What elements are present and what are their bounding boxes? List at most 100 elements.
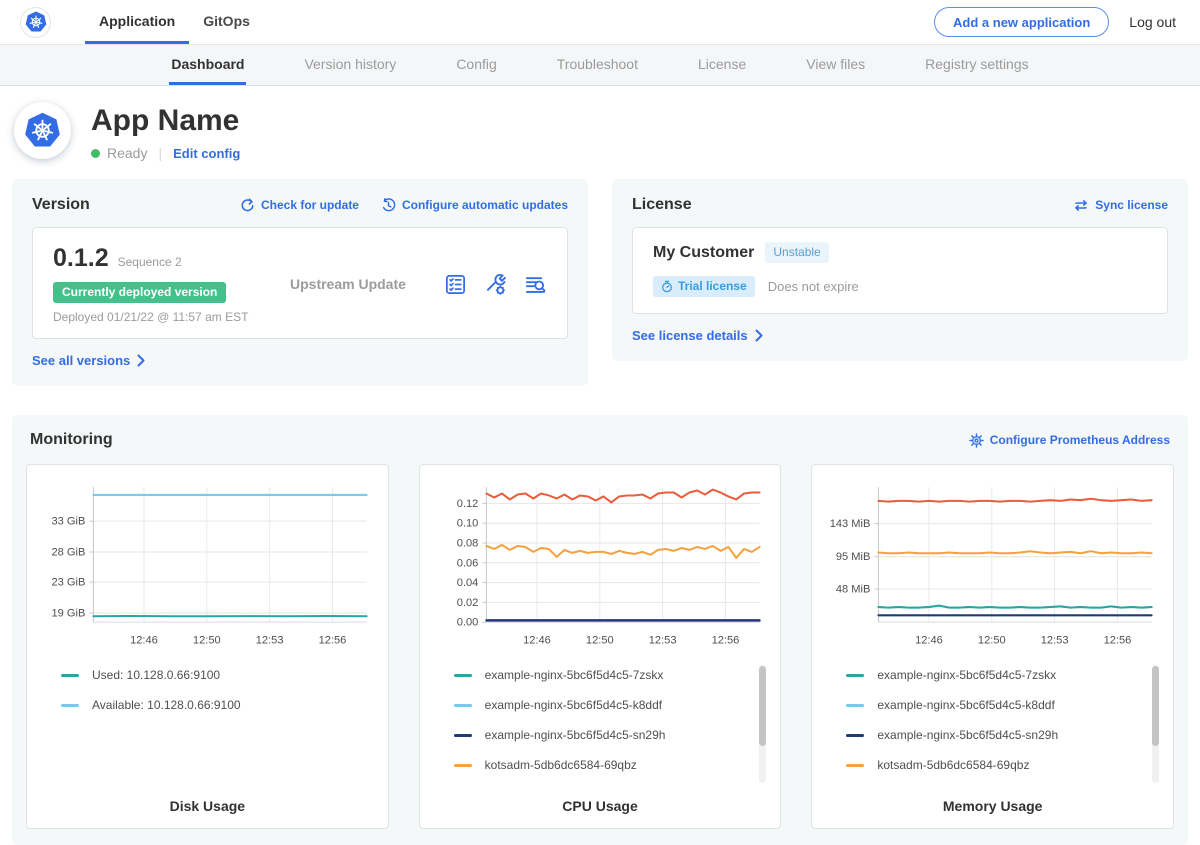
cpu-usage-chart-card: 0.120.100.080.060.040.020.0012:4612:5012… (419, 464, 782, 829)
license-detail-panel: My Customer Unstable Tria (632, 227, 1168, 314)
chevron-right-icon (755, 329, 763, 342)
version-source-label: Upstream Update (278, 276, 444, 292)
see-all-versions-link[interactable]: See all versions (32, 353, 145, 368)
legend-label: example-nginx-5bc6f5d4c5-sn29h (877, 728, 1058, 742)
svg-text:0.00: 0.00 (456, 617, 478, 629)
monitoring-title: Monitoring (30, 431, 113, 449)
configure-prometheus-link[interactable]: Configure Prometheus Address (969, 433, 1170, 448)
svg-text:12:56: 12:56 (711, 634, 739, 646)
legend-item[interactable]: kotsadm-5db6dc6584-69qbz (454, 750, 751, 780)
dashboard-main: Version Check for update (0, 179, 1200, 845)
tab-application[interactable]: Application (85, 0, 189, 44)
svg-text:12:56: 12:56 (1104, 634, 1132, 646)
app-logo-large (14, 102, 71, 159)
edit-config-link[interactable]: Edit config (173, 146, 240, 161)
legend-item[interactable]: kotsadm-5db6dc6584-69qbz (846, 750, 1143, 780)
svg-text:12:46: 12:46 (130, 634, 158, 646)
legend-color-dash (61, 674, 79, 677)
legend-color-dash (846, 674, 864, 677)
config-wrench-icon[interactable] (484, 273, 507, 296)
app-logo-small (20, 0, 51, 44)
legend-item[interactable]: example-nginx-5bc6f5d4c5-k8ddf (454, 690, 751, 720)
monitoring-card: Monitoring Configure Prometheus A (12, 415, 1188, 845)
deployed-status-badge: Currently deployed version (53, 282, 226, 303)
legend-item[interactable]: example-nginx-5bc6f5d4c5-7zskx (846, 660, 1143, 690)
tab-version-history[interactable]: Version history (302, 45, 398, 85)
legend-label: example-nginx-5bc6f5d4c5-7zskx (485, 668, 664, 682)
svg-text:0.04: 0.04 (456, 577, 478, 589)
legend-color-dash (454, 704, 472, 707)
memory-usage-plot: 143 MiB95 MiB48 MiB12:4612:5012:5312:56 (826, 477, 1159, 650)
view-logs-icon[interactable] (524, 273, 547, 296)
legend-item[interactable]: example-nginx-5bc6f5d4c5-sn29h (846, 720, 1143, 750)
disk-usage-legend: Used: 10.128.0.66:9100Available: 10.128.… (41, 660, 374, 720)
svg-text:0.08: 0.08 (456, 538, 478, 550)
chart-title: Disk Usage (41, 780, 374, 814)
disk-usage-chart-card: 33 GiB28 GiB23 GiB19 GiB12:4612:5012:531… (26, 464, 389, 829)
top-nav-tabs: Application GitOps (85, 0, 264, 44)
license-expiration: Does not expire (768, 279, 859, 294)
svg-text:19 GiB: 19 GiB (51, 608, 85, 620)
version-sequence: Sequence 2 (118, 255, 182, 269)
release-notes-icon[interactable] (444, 273, 467, 296)
tab-license-label: License (698, 56, 746, 72)
legend-item[interactable]: example-nginx-5bc6f5d4c5-7zskx (454, 660, 751, 690)
disk-usage-chart: 33 GiB28 GiB23 GiB19 GiB12:4612:5012:531… (41, 477, 374, 650)
tab-registry-settings[interactable]: Registry settings (923, 45, 1030, 85)
tab-gitops[interactable]: GitOps (189, 0, 264, 44)
legend-item[interactable]: example-nginx-5bc6f5d4c5-sn29h (454, 720, 751, 750)
see-all-versions-label: See all versions (32, 353, 130, 368)
sync-license-label: Sync license (1095, 198, 1168, 212)
tab-view-files[interactable]: View files (804, 45, 867, 85)
sync-license-link[interactable]: Sync license (1073, 198, 1168, 213)
disk-usage-plot: 33 GiB28 GiB23 GiB19 GiB12:4612:5012:531… (41, 477, 374, 650)
stopwatch-icon (661, 280, 673, 293)
cpu-usage-chart: 0.120.100.080.060.040.020.0012:4612:5012… (434, 477, 767, 650)
tab-troubleshoot-label: Troubleshoot (557, 56, 638, 72)
app-status-label: Ready (107, 145, 147, 161)
current-version-panel: 0.1.2 Sequence 2 Currently deployed vers… (32, 227, 568, 339)
tab-gitops-label: GitOps (203, 13, 250, 29)
schedule-update-icon (381, 198, 396, 213)
legend-label: kotsadm-5db6dc6584-69qbz (485, 758, 637, 772)
legend-color-dash (846, 734, 864, 737)
legend-label: example-nginx-5bc6f5d4c5-7zskx (877, 668, 1056, 682)
version-card: Version Check for update (12, 179, 588, 386)
chevron-right-icon (137, 354, 145, 367)
svg-text:12:50: 12:50 (193, 634, 221, 646)
memory-usage-chart: 143 MiB95 MiB48 MiB12:4612:5012:5312:56 (826, 477, 1159, 650)
svg-text:0.12: 0.12 (456, 498, 478, 510)
legend-scrollbar-thumb[interactable] (1152, 666, 1159, 746)
svg-text:12:50: 12:50 (978, 634, 1006, 646)
ready-status-dot (91, 149, 100, 158)
kubernetes-logo-icon (20, 7, 51, 38)
legend-color-dash (454, 674, 472, 677)
see-license-details-link[interactable]: See license details (632, 328, 763, 343)
configure-prometheus-label: Configure Prometheus Address (990, 433, 1170, 447)
cpu-usage-plot: 0.120.100.080.060.040.020.0012:4612:5012… (434, 477, 767, 650)
tab-troubleshoot[interactable]: Troubleshoot (555, 45, 640, 85)
check-for-update-link[interactable]: Check for update (240, 198, 359, 213)
svg-text:12:53: 12:53 (256, 634, 284, 646)
svg-text:12:46: 12:46 (915, 634, 943, 646)
legend-item[interactable]: example-nginx-5bc6f5d4c5-k8ddf (846, 690, 1143, 720)
license-type-badge: Trial license (653, 276, 755, 297)
configure-automatic-updates-link[interactable]: Configure automatic updates (381, 198, 568, 213)
tab-version-history-label: Version history (304, 56, 396, 72)
legend-item[interactable]: Available: 10.128.0.66:9100 (61, 690, 358, 720)
svg-text:12:53: 12:53 (1041, 634, 1069, 646)
svg-text:12:56: 12:56 (319, 634, 347, 646)
legend-color-dash (454, 734, 472, 737)
legend-label: kotsadm-5db6dc6584-69qbz (877, 758, 1029, 772)
logout-link[interactable]: Log out (1129, 14, 1176, 30)
svg-text:12:50: 12:50 (586, 634, 614, 646)
add-application-button[interactable]: Add a new application (934, 7, 1109, 37)
tab-license[interactable]: License (696, 45, 748, 85)
legend-item[interactable]: Used: 10.128.0.66:9100 (61, 660, 358, 690)
sync-icon (1073, 198, 1089, 213)
svg-text:0.10: 0.10 (456, 518, 478, 530)
tab-dashboard[interactable]: Dashboard (169, 45, 246, 85)
version-number: 0.1.2 (53, 244, 109, 273)
tab-config[interactable]: Config (454, 45, 498, 85)
legend-scrollbar-thumb[interactable] (759, 666, 766, 746)
